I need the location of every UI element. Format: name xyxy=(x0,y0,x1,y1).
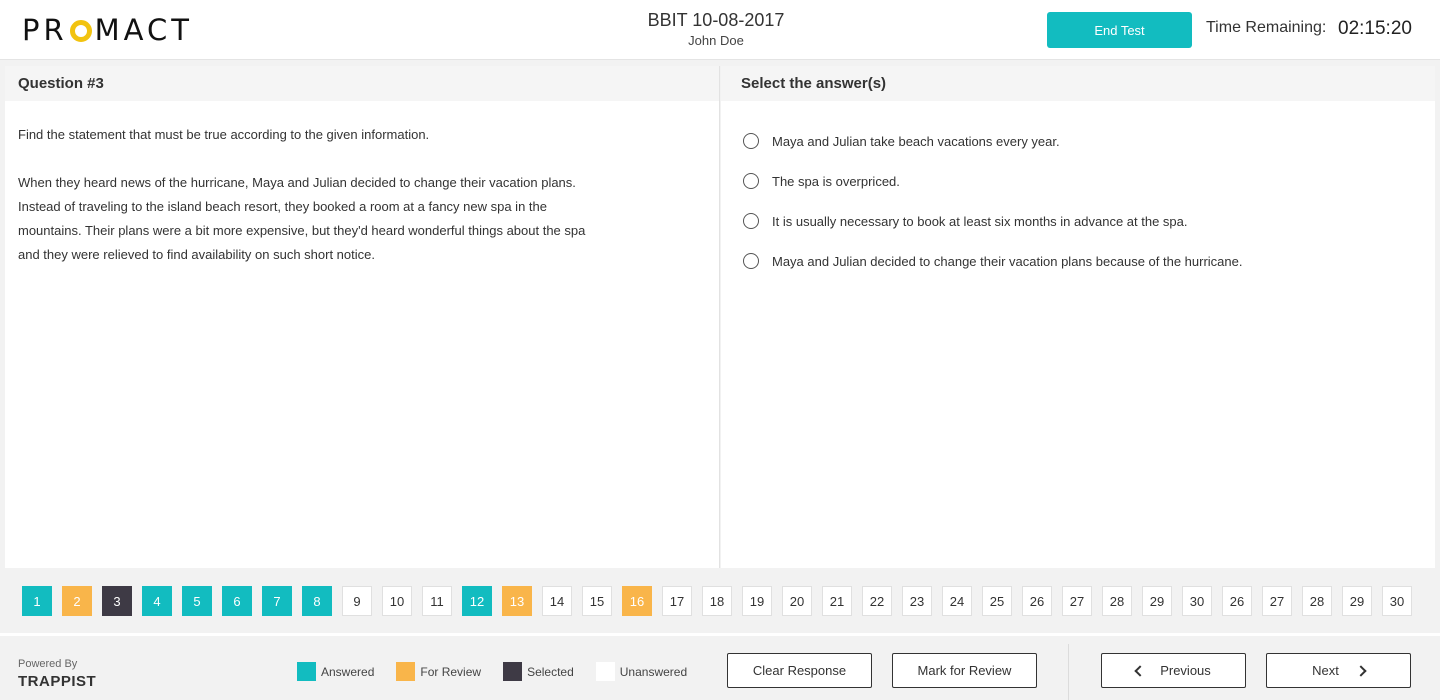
radio-button[interactable] xyxy=(743,173,759,189)
footer-divider xyxy=(1068,644,1069,700)
question-nav-5-answered[interactable]: 5 xyxy=(182,586,212,616)
powered-by-label: Powered By xyxy=(18,658,78,670)
question-nav-4-answered[interactable]: 4 xyxy=(142,586,172,616)
answer-option-1[interactable]: Maya and Julian take beach vacations eve… xyxy=(721,121,1435,161)
trappist-logo: TRAPPIST xyxy=(18,673,97,690)
question-nav-26-unanswered[interactable]: 26 xyxy=(1222,586,1252,616)
promact-logo: PR MACT xyxy=(22,13,193,47)
answer-option-3[interactable]: It is usually necessary to book at least… xyxy=(721,201,1435,241)
legend-review: For Review xyxy=(396,662,481,681)
legend-label: Selected xyxy=(527,664,574,679)
legend-unanswered: Unanswered xyxy=(595,662,688,681)
question-palette: 1 2 3 4 5 6 7 8 9 10 11 12 13 14 15 16 17 18 19 20 21 22 23 24 2… xyxy=(22,586,1422,616)
test-title: BBIT 10-08-2017 xyxy=(647,10,785,30)
question-nav-30-unanswered[interactable]: 30 xyxy=(1382,586,1412,616)
question-nav-18-unanswered[interactable]: 18 xyxy=(702,586,732,616)
candidate-name: John Doe xyxy=(688,33,744,48)
legend-selected: Selected xyxy=(503,662,574,681)
question-nav-10-unanswered[interactable]: 10 xyxy=(382,586,412,616)
question-nav-21-unanswered[interactable]: 21 xyxy=(822,586,852,616)
question-nav-28-unanswered[interactable]: 28 xyxy=(1102,586,1132,616)
next-label: Next xyxy=(1312,663,1339,678)
question-nav-11-unanswered[interactable]: 11 xyxy=(422,586,452,616)
answer-panel: Select the answer(s) Maya and Julian tak… xyxy=(721,66,1435,568)
chevron-left-icon xyxy=(1134,664,1146,677)
question-passage: When they heard news of the hurricane, M… xyxy=(18,175,586,262)
answer-option-label: The spa is overpriced. xyxy=(772,173,900,189)
question-nav-26-unanswered[interactable]: 26 xyxy=(1022,586,1052,616)
logo-text-right: MACT xyxy=(94,13,193,47)
end-test-button[interactable]: End Test xyxy=(1047,12,1192,48)
radio-button[interactable] xyxy=(743,253,759,269)
answer-option-2[interactable]: The spa is overpriced. xyxy=(721,161,1435,201)
radio-button[interactable] xyxy=(743,133,759,149)
time-remaining-label: Time Remaining: xyxy=(1206,19,1327,36)
question-nav-28-unanswered[interactable]: 28 xyxy=(1302,586,1332,616)
question-nav-23-unanswered[interactable]: 23 xyxy=(902,586,932,616)
answer-option-4[interactable]: Maya and Julian decided to change their … xyxy=(721,241,1435,281)
question-nav-2-review[interactable]: 2 xyxy=(62,586,92,616)
question-nav-27-unanswered[interactable]: 27 xyxy=(1062,586,1092,616)
chevron-right-icon xyxy=(1355,664,1367,677)
legend-label: Answered xyxy=(321,664,375,679)
legend-label: Unanswered xyxy=(619,664,688,679)
question-nav-12-answered[interactable]: 12 xyxy=(462,586,492,616)
question-nav-7-answered[interactable]: 7 xyxy=(262,586,292,616)
question-nav-17-unanswered[interactable]: 17 xyxy=(662,586,692,616)
question-nav-14-unanswered[interactable]: 14 xyxy=(542,586,572,616)
question-nav-9-unanswered[interactable]: 9 xyxy=(342,586,372,616)
answers-heading: Select the answer(s) xyxy=(721,66,1435,101)
answered-swatch xyxy=(297,662,316,681)
logo-text-left: PR xyxy=(22,13,68,47)
answer-options: Maya and Julian take beach vacations eve… xyxy=(721,101,1435,281)
question-nav-1-answered[interactable]: 1 xyxy=(22,586,52,616)
previous-label: Previous xyxy=(1160,663,1211,678)
unanswered-swatch xyxy=(595,662,615,681)
question-nav-8-answered[interactable]: 8 xyxy=(302,586,332,616)
next-button[interactable]: Next xyxy=(1266,653,1411,688)
review-swatch xyxy=(396,662,416,681)
question-nav-20-unanswered[interactable]: 20 xyxy=(782,586,812,616)
question-text: Find the statement that must be true acc… xyxy=(5,101,595,267)
previous-button[interactable]: Previous xyxy=(1101,653,1246,688)
mark-for-review-button[interactable]: Mark for Review xyxy=(892,653,1037,688)
answer-option-label: Maya and Julian take beach vacations eve… xyxy=(772,133,1060,149)
answer-option-label: It is usually necessary to book at least… xyxy=(772,213,1188,229)
legend-answered: Answered xyxy=(297,662,374,681)
question-panel: Question #3 Find the statement that must… xyxy=(5,66,720,568)
question-nav-22-unanswered[interactable]: 22 xyxy=(862,586,892,616)
question-nav-15-unanswered[interactable]: 15 xyxy=(582,586,612,616)
question-nav-30-unanswered[interactable]: 30 xyxy=(1182,586,1212,616)
question-nav-29-unanswered[interactable]: 29 xyxy=(1342,586,1372,616)
question-nav-3-selected[interactable]: 3 xyxy=(102,586,132,616)
footer: Powered By TRAPPIST Answered For Review … xyxy=(0,633,1440,700)
status-legend: Answered For Review Selected Unanswered xyxy=(297,662,709,681)
header: PR MACT BBIT 10-08-2017 John Doe End Test… xyxy=(0,0,1440,60)
legend-label: For Review xyxy=(420,664,482,679)
question-nav-27-unanswered[interactable]: 27 xyxy=(1262,586,1292,616)
question-nav-6-answered[interactable]: 6 xyxy=(222,586,252,616)
radio-button[interactable] xyxy=(743,213,759,229)
question-nav-24-unanswered[interactable]: 24 xyxy=(942,586,972,616)
question-nav-16-review[interactable]: 16 xyxy=(622,586,652,616)
clear-response-button[interactable]: Clear Response xyxy=(727,653,872,688)
answer-option-label: Maya and Julian decided to change their … xyxy=(772,253,1243,269)
question-nav-25-unanswered[interactable]: 25 xyxy=(982,586,1012,616)
selected-swatch xyxy=(503,662,523,681)
test-info: BBIT 10-08-2017 John Doe xyxy=(566,8,866,48)
question-nav-13-review[interactable]: 13 xyxy=(502,586,532,616)
question-heading: Question #3 xyxy=(5,66,719,101)
question-nav-29-unanswered[interactable]: 29 xyxy=(1142,586,1172,616)
time-remaining-value: 02:15:20 xyxy=(1338,18,1412,39)
question-prompt: Find the statement that must be true acc… xyxy=(18,127,430,142)
logo-o-circle-icon xyxy=(69,20,92,42)
question-nav-19-unanswered[interactable]: 19 xyxy=(742,586,772,616)
